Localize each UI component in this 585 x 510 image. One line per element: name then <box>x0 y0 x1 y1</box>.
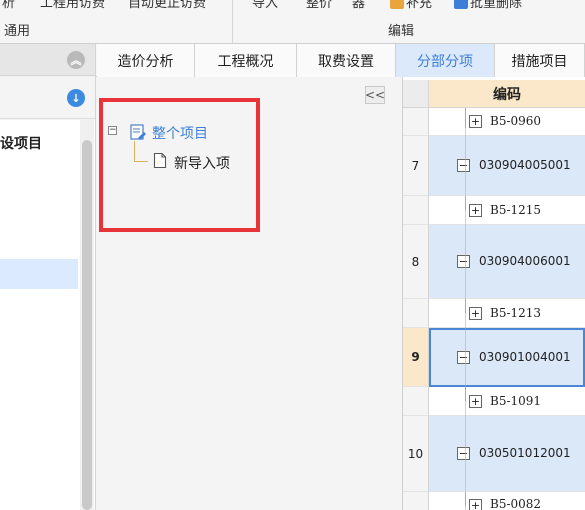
table-row[interactable]: + B5-1215 <box>429 196 585 225</box>
item-code: B5-0960 <box>490 114 542 128</box>
ribbon-item-misc[interactable]: 器 <box>352 0 365 11</box>
table-row[interactable]: + B5-0082 <box>429 492 585 510</box>
tab-label: 取费设置 <box>318 53 374 70</box>
row-number[interactable]: 9 <box>403 328 429 387</box>
ribbon: 析 工程用访费 自动更正访费 导入 整价 器 补充 批重删除 通用 编辑 <box>0 0 585 44</box>
row-number[interactable]: 8 <box>403 225 429 299</box>
tree-connector <box>465 108 466 510</box>
collapse-icon[interactable]: − <box>457 351 470 364</box>
expand-icon[interactable]: + <box>469 499 482 510</box>
expand-icon[interactable]: + <box>469 115 482 128</box>
item-code: 030901004001 <box>479 350 571 364</box>
table-row[interactable]: − 030501012001 <box>429 416 585 492</box>
ribbon-item-fee[interactable]: 工程用访费 <box>40 0 105 11</box>
ribbon-item-import[interactable]: 导入 <box>252 0 278 11</box>
row-number[interactable] <box>403 196 429 225</box>
table-row-selected[interactable]: − 030901004001 <box>429 328 585 387</box>
grid-header-code[interactable]: 编码 <box>429 80 585 108</box>
tab-label: 工程概况 <box>217 53 274 70</box>
ribbon-separator <box>232 0 233 43</box>
ribbon-group-edit: 编辑 <box>388 24 415 39</box>
item-code: 030501012001 <box>479 446 571 460</box>
tab-cost-analysis[interactable]: 造价分析 <box>97 44 195 77</box>
ribbon-item-supplement[interactable]: 补充 <box>406 0 432 11</box>
table-row[interactable]: + B5-0960 <box>429 108 585 136</box>
item-code: B5-1091 <box>490 394 542 408</box>
left-item-selected[interactable] <box>0 259 78 289</box>
ribbon-group-general: 通用 <box>4 24 31 39</box>
table-row[interactable]: + B5-1091 <box>429 387 585 416</box>
item-code: B5-1213 <box>490 306 542 320</box>
row-number[interactable] <box>403 299 429 328</box>
supplement-icon <box>390 0 404 9</box>
item-code: B5-1215 <box>490 203 542 217</box>
item-code: 030904006001 <box>479 254 571 268</box>
left-panel-header: ︽ <box>0 44 96 76</box>
expand-icon[interactable]: + <box>469 204 482 217</box>
row-number[interactable]: 7 <box>403 136 429 196</box>
tab-label: 分部分项 <box>417 53 473 70</box>
expand-icon[interactable]: + <box>469 307 482 320</box>
row-number[interactable]: 10 <box>403 416 429 492</box>
tab-measures[interactable]: 措施项目 <box>495 44 585 77</box>
ribbon-item-price[interactable]: 整价 <box>306 0 332 11</box>
highlight-annotation-box <box>99 98 260 232</box>
item-code: 030904005001 <box>479 158 571 172</box>
collapse-panel-button[interactable]: << <box>365 86 385 104</box>
batch-delete-icon <box>454 0 468 9</box>
row-number[interactable] <box>403 108 429 136</box>
tab-sub-items[interactable]: 分部分项 <box>396 44 495 77</box>
download-icon[interactable]: ↓ <box>67 89 85 107</box>
left-panel-toolbar: ↓ <box>0 77 96 119</box>
table-row[interactable]: + B5-1213 <box>429 299 585 328</box>
left-scrollbar-thumb[interactable] <box>82 140 92 510</box>
grid-header-row-number <box>403 80 429 108</box>
left-item-project[interactable]: 设项目 <box>0 133 42 153</box>
item-code: B5-0082 <box>490 497 542 510</box>
tab-project-overview[interactable]: 工程概况 <box>195 44 297 77</box>
ribbon-item-auto-fee[interactable]: 自动更正访费 <box>128 0 206 11</box>
row-number[interactable] <box>403 492 429 510</box>
row-number[interactable] <box>403 387 429 416</box>
ribbon-item-batch-delete[interactable]: 批重删除 <box>470 0 522 11</box>
table-row[interactable]: − 030904005001 <box>429 136 585 196</box>
table-row[interactable]: − 030904006001 <box>429 225 585 299</box>
ribbon-item-analysis[interactable]: 析 <box>2 0 15 11</box>
tab-label: 造价分析 <box>117 53 174 70</box>
collapse-icon[interactable]: − <box>457 159 470 172</box>
chevron-up-icon[interactable]: ︽ <box>67 51 85 69</box>
tab-fee-settings[interactable]: 取费设置 <box>297 44 396 77</box>
collapse-icon[interactable]: − <box>457 255 470 268</box>
collapse-icon[interactable]: − <box>457 447 470 460</box>
expand-icon[interactable]: + <box>469 395 482 408</box>
tab-label: 措施项目 <box>511 53 568 70</box>
